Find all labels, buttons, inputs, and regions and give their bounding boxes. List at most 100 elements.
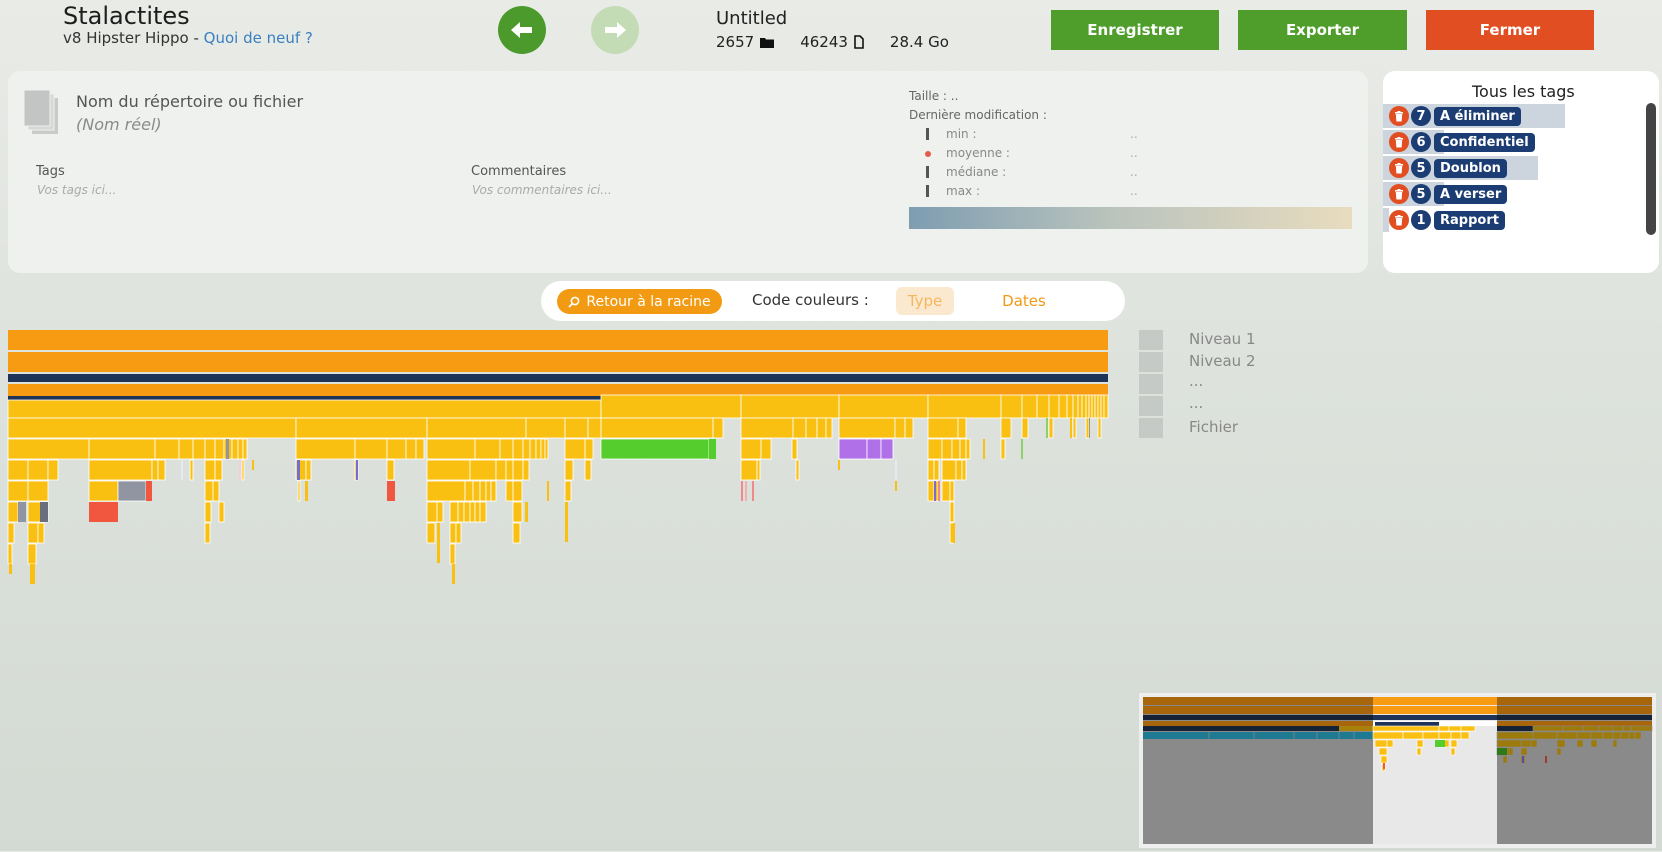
arrow-right-icon: [605, 22, 626, 38]
close-button[interactable]: Fermer: [1426, 10, 1594, 50]
stat-median-value: ..: [1130, 165, 1138, 179]
green-sub-block[interactable]: [709, 439, 716, 459]
stalactites-chart[interactable]: [0, 326, 1120, 596]
file-count: 46243: [800, 33, 848, 51]
back-button[interactable]: [498, 6, 546, 54]
trash-icon[interactable]: [1389, 132, 1409, 152]
size-label: Taille : ..: [909, 89, 959, 103]
level12-blocks[interactable]: [7, 543, 456, 565]
color-by-dates-button[interactable]: Dates: [992, 287, 1056, 315]
tag-count-badge: 7: [1411, 106, 1431, 126]
minimap-canvas[interactable]: [1139, 693, 1656, 848]
stat-min-value: ..: [1130, 127, 1138, 141]
navy-file-block[interactable]: [40, 502, 48, 522]
whats-new-link[interactable]: Quoi de neuf ?: [204, 29, 313, 47]
level-3-label: ...: [1189, 372, 1204, 390]
file-level-label: Fichier: [1189, 418, 1239, 436]
tag-name-label[interactable]: Rapport: [1434, 210, 1505, 230]
trash-icon[interactable]: [1389, 210, 1409, 230]
document-stack-icon: [23, 89, 58, 134]
tag-name-label[interactable]: Doublon: [1434, 158, 1507, 178]
level-4-label: ...: [1189, 394, 1204, 412]
grey-file-block-2[interactable]: [18, 502, 26, 522]
level5-dark-bar[interactable]: [8, 396, 601, 400]
tags-input[interactable]: Vos tags ici...: [37, 183, 116, 197]
tag-count-badge: 6: [1411, 132, 1431, 152]
level11-blocks[interactable]: [7, 522, 955, 544]
back-to-root-label: Retour à la racine: [586, 293, 711, 310]
tag-count-badge: 5: [1411, 184, 1431, 204]
stat-max-label: max :: [946, 184, 981, 198]
file-real-name: (Nom réel): [76, 115, 162, 134]
tag-row[interactable]: 5A verser: [1383, 182, 1659, 206]
color-by-type-button[interactable]: Type: [896, 287, 954, 315]
file-name: Nom du répertoire ou fichier: [76, 92, 304, 111]
level-1-swatch: [1139, 330, 1163, 350]
pink-slivers[interactable]: [741, 481, 940, 501]
level-3-swatch: [1139, 374, 1163, 394]
stat-median-label: médiane :: [946, 165, 1007, 179]
green-block[interactable]: [600, 438, 710, 460]
stat-mean-label: moyenne :: [946, 146, 1010, 160]
project-stats: 2657 46243 28.4 Go: [716, 33, 949, 51]
tag-row[interactable]: 7A éliminer: [1383, 104, 1659, 128]
version-text: v8 Hipster Hippo -: [63, 29, 204, 47]
level-1-label: Niveau 1: [1189, 330, 1256, 348]
red-file-block[interactable]: [146, 481, 152, 501]
level-4-swatch: [1139, 396, 1163, 416]
tags-scrollbar[interactable]: [1646, 103, 1656, 235]
forward-button[interactable]: [591, 6, 639, 54]
purple-blocks[interactable]: [838, 438, 894, 460]
date-gradient-bar: [909, 207, 1352, 229]
red-file-block-2[interactable]: [387, 481, 395, 501]
tag-count-badge: 1: [1411, 210, 1431, 230]
export-button[interactable]: Exporter: [1238, 10, 1407, 50]
trash-icon[interactable]: [1389, 106, 1409, 126]
level1-bar[interactable]: [8, 330, 1108, 350]
project-name: Untitled: [716, 8, 788, 29]
tag-row[interactable]: 1 Rapport: [1383, 208, 1659, 232]
tag-count-badge: 5: [1411, 158, 1431, 178]
level10-blocks[interactable]: [7, 501, 955, 523]
mean-marker: [925, 151, 931, 157]
stat-mean-value: ..: [1130, 146, 1138, 160]
last-modified-label: Dernière modification :: [909, 108, 1047, 122]
level-2-swatch: [1139, 352, 1163, 372]
grey-file-block[interactable]: [117, 480, 147, 502]
stat-max-value: ..: [1130, 184, 1138, 198]
min-marker: [926, 128, 929, 140]
file-level-swatch: [1139, 418, 1163, 438]
tags-label: Tags: [36, 164, 65, 179]
save-button[interactable]: Enregistrer: [1051, 10, 1219, 50]
app-title: Stalactites: [63, 2, 190, 30]
tag-name-label[interactable]: A verser: [1434, 184, 1508, 204]
tag-name-label[interactable]: A éliminer: [1434, 106, 1521, 126]
trash-icon[interactable]: [1389, 158, 1409, 178]
level2-bar[interactable]: [8, 352, 1108, 372]
level8-blocks[interactable]: [7, 459, 967, 481]
tag-row[interactable]: 5 Doublon: [1383, 156, 1659, 180]
comments-input[interactable]: Vos commentaires ici...: [472, 183, 612, 197]
level6-blocks[interactable]: [7, 417, 1102, 439]
trash-icon[interactable]: [1389, 184, 1409, 204]
arrow-left-icon: [511, 22, 532, 38]
level3-bar[interactable]: [8, 374, 1108, 382]
file-icon: [854, 35, 864, 49]
folder-icon: [760, 37, 775, 48]
median-marker: [926, 166, 929, 178]
level4-bar[interactable]: [8, 384, 1108, 396]
tags-title: Tous les tags: [1472, 82, 1575, 101]
tag-name-label[interactable]: Confidentiel: [1434, 132, 1535, 152]
search-icon: [568, 296, 580, 308]
level-2-label: Niveau 2: [1189, 352, 1256, 370]
stat-min-label: min :: [946, 127, 977, 141]
minimap[interactable]: [1139, 693, 1656, 848]
max-marker: [926, 185, 929, 197]
red-file-block-3[interactable]: [89, 502, 118, 522]
color-code-label: Code couleurs :: [752, 291, 869, 309]
total-size: 28.4 Go: [889, 33, 949, 51]
folder-count: 2657: [716, 33, 755, 51]
app-version: v8 Hipster Hippo - Quoi de neuf ?: [63, 29, 313, 47]
tag-row[interactable]: 6 Confidentiel: [1383, 130, 1659, 154]
back-to-root-button[interactable]: Retour à la racine: [557, 289, 722, 314]
